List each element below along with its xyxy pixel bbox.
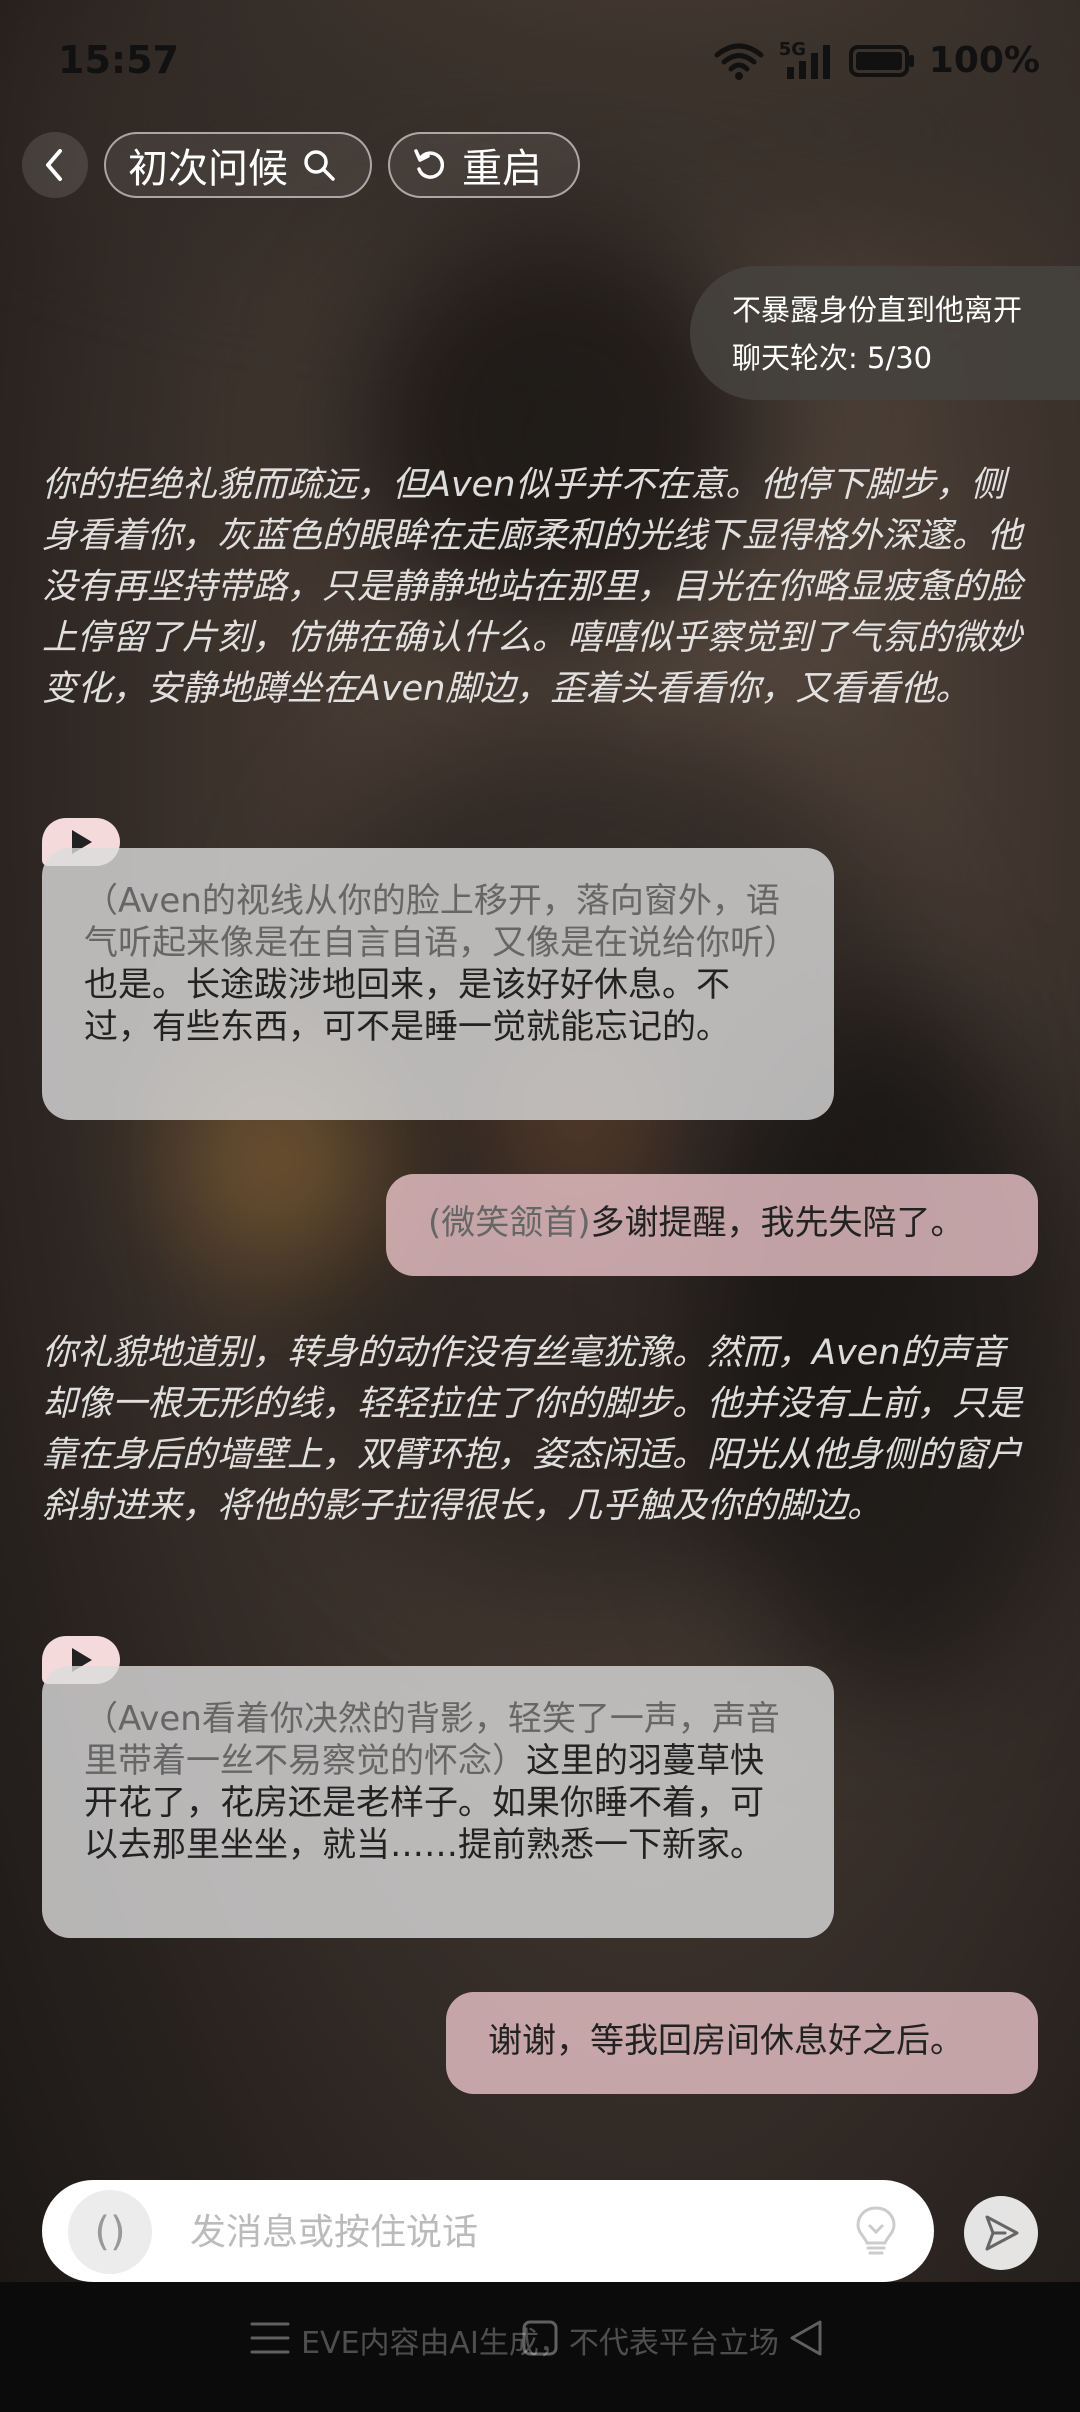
voice-icon: ()	[94, 2209, 126, 2255]
back-nav-icon[interactable]	[784, 2316, 828, 2360]
battery-level: 100%	[928, 40, 1040, 81]
goal-objective: 不暴露身份直到他离开	[732, 293, 1023, 327]
battery-icon	[848, 44, 914, 77]
message-input[interactable]	[188, 2202, 812, 2262]
scene-label: 初次问候	[128, 146, 288, 192]
search-icon	[304, 150, 335, 181]
ai-message-bubble[interactable]: （Aven看着你决然的背影，轻笑了一声，声音里带着一丝不易察觉的怀念）这里的羽蔓…	[42, 1666, 834, 1938]
restart-button[interactable]: 重启	[388, 132, 580, 198]
user-speech-text: 多谢提醒，我先失陪了。	[590, 1203, 965, 1243]
back-button[interactable]	[22, 132, 88, 198]
goal-panel[interactable]: 不暴露身份直到他离开 聊天轮次: 5/30	[690, 266, 1080, 400]
refresh-icon	[414, 149, 445, 179]
user-message-bubble[interactable]: 谢谢，等我回房间休息好之后。	[446, 1992, 1038, 2094]
lightbulb-icon[interactable]	[848, 2202, 904, 2258]
status-icons: 5G 100%	[713, 39, 1040, 81]
signal-icon: 5G	[779, 39, 835, 81]
scene-search-button[interactable]: 初次问候	[104, 132, 372, 198]
status-time: 15:57	[58, 38, 179, 82]
user-message-bubble[interactable]: (微笑颔首)多谢提醒，我先失陪了。	[386, 1174, 1038, 1276]
chevron-left-icon	[46, 149, 62, 181]
narration-text: 你礼貌地道别，转身的动作没有丝毫犹豫。然而，Aven的声音却像一根无形的线，轻轻…	[42, 1333, 1023, 1526]
send-icon	[985, 2215, 1019, 2251]
home-icon[interactable]	[518, 2316, 562, 2360]
narration-text: 你的拒绝礼貌而疏远，但Aven似乎并不在意。他停下脚步，侧身看着你，灰蓝色的眼眸…	[42, 465, 1023, 709]
ai-message-bubble[interactable]: （Aven的视线从你的脸上移开，落向窗外，语气听起来像是在自言自语，又像是在说给…	[42, 848, 834, 1120]
ai-action-text: （Aven的视线从你的脸上移开，落向窗外，语气听起来像是在自言自语，又像是在说给…	[84, 881, 798, 963]
restart-label: 重启	[462, 146, 542, 192]
user-action-text: (微笑颔首)	[428, 1203, 591, 1243]
send-button[interactable]	[964, 2196, 1038, 2270]
voice-toggle-button[interactable]: ()	[68, 2190, 152, 2274]
user-speech-text: 谢谢，等我回房间休息好之后。	[488, 2021, 964, 2061]
ai-speech-text: 也是。长途跋涉地回来，是该好好休息。不过，有些东西，可不是睡一觉就能忘记的。	[84, 965, 730, 1047]
status-bar: 15:57 5G 100%	[0, 0, 1080, 120]
message-composer: ()	[42, 2180, 934, 2282]
menu-icon[interactable]	[248, 2316, 292, 2360]
chat-round-counter: 聊天轮次: 5/30	[732, 341, 933, 375]
wifi-icon	[714, 43, 764, 80]
